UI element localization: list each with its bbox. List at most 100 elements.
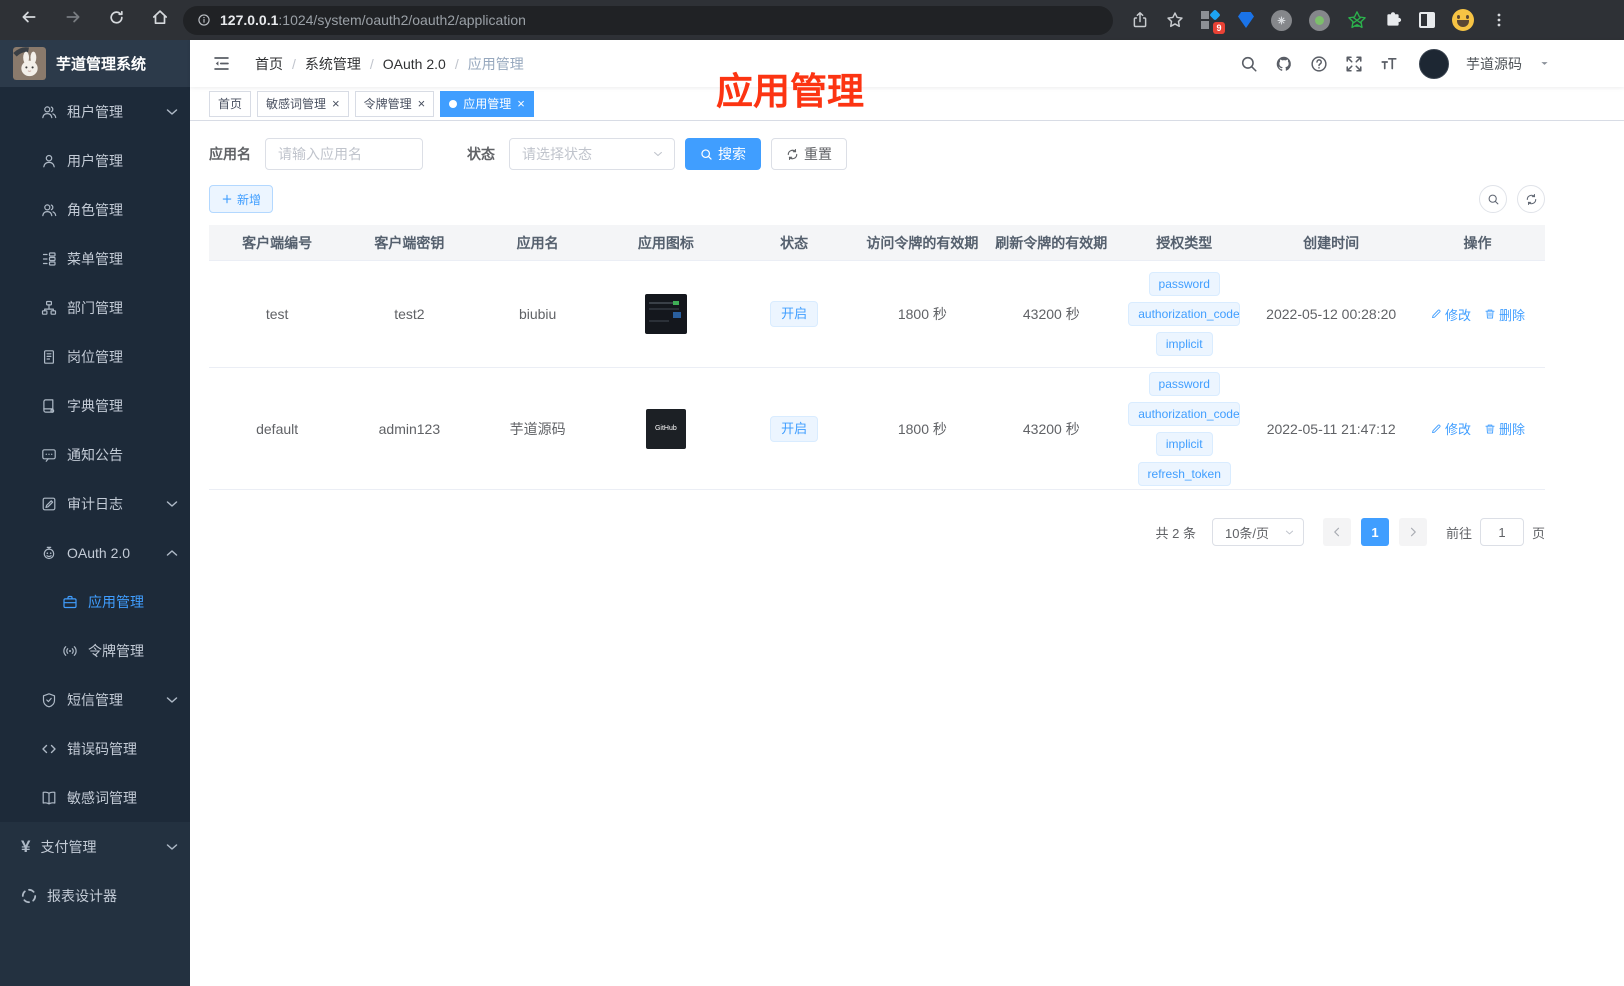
cell-grant-types: password authorization_code implicit refres… xyxy=(1116,368,1252,489)
sidebar-item-dict-management[interactable]: 字典管理 xyxy=(0,381,190,430)
sidebar-item-sensitive-word-management[interactable]: 敏感词管理 xyxy=(0,773,190,822)
sidebar-item-user-management[interactable]: 用户管理 xyxy=(0,136,190,185)
sidebar-item-dept-management[interactable]: 部门管理 xyxy=(0,283,190,332)
github-icon[interactable] xyxy=(1275,55,1293,73)
app-name-input[interactable] xyxy=(265,138,423,170)
browser-forward-button[interactable] xyxy=(64,8,82,32)
page-number-1[interactable]: 1 xyxy=(1360,518,1389,546)
browser-menu-icon[interactable] xyxy=(1491,12,1507,28)
sidebar-item-oauth2[interactable]: OAuth 2.0 xyxy=(0,528,190,577)
search-button[interactable]: 搜索 xyxy=(685,138,761,170)
bookmark-star-icon[interactable] xyxy=(1166,11,1184,29)
tab-token[interactable]: 令牌管理 × xyxy=(354,90,435,117)
refresh-table-button[interactable] xyxy=(1517,185,1545,213)
search-icon xyxy=(700,148,713,161)
column-header-grant-types: 授权类型 xyxy=(1156,234,1213,251)
prev-page-button[interactable] xyxy=(1322,518,1351,546)
refresh-icon xyxy=(1525,193,1538,206)
close-icon[interactable]: × xyxy=(418,97,426,110)
breadcrumb-system[interactable]: 系统管理 xyxy=(305,54,361,74)
refresh-icon xyxy=(786,148,799,161)
delete-button[interactable]: 删除 xyxy=(1484,419,1525,438)
extension-grid-icon[interactable]: 9 xyxy=(1201,9,1225,34)
split-view-icon[interactable] xyxy=(1419,12,1435,28)
sidebar-item-tenant-management[interactable]: 租户管理 xyxy=(0,87,190,136)
message-icon xyxy=(41,447,57,463)
edit-button[interactable]: 修改 xyxy=(1430,305,1471,324)
tab-home[interactable]: 首页 xyxy=(209,90,252,117)
extensions-puzzle-icon[interactable] xyxy=(1384,11,1402,29)
browser-home-button[interactable] xyxy=(151,8,169,32)
user-avatar[interactable] xyxy=(1419,48,1449,79)
add-button[interactable]: 新增 xyxy=(209,185,274,213)
sidebar-item-sms-management[interactable]: 短信管理 xyxy=(0,675,190,724)
sidebar-item-label: 应用管理 xyxy=(88,593,144,610)
user-caret-down-icon[interactable] xyxy=(1539,58,1550,69)
browser-reload-button[interactable] xyxy=(108,9,125,32)
column-header-create-time: 创建时间 xyxy=(1303,234,1360,251)
tab-label: 令牌管理 xyxy=(363,97,412,111)
delete-button[interactable]: 删除 xyxy=(1484,305,1525,324)
sidebar-item-role-management[interactable]: 角色管理 xyxy=(0,185,190,234)
close-icon[interactable]: × xyxy=(517,97,525,110)
cell-client-id: default xyxy=(256,420,299,437)
sidebar-item-label: 错误码管理 xyxy=(67,740,137,757)
sidebar-item-label: 短信管理 xyxy=(67,691,123,708)
extension-star-icon[interactable] xyxy=(1347,10,1367,30)
sidebar-item-post-management[interactable]: 岗位管理 xyxy=(0,332,190,381)
sidebar-item-audit-log[interactable]: 审计日志 xyxy=(0,479,190,528)
extension-record-icon[interactable] xyxy=(1309,9,1330,31)
app-title: 芋道管理系统 xyxy=(56,56,147,73)
chevron-up-icon xyxy=(164,545,180,561)
role-users-icon xyxy=(41,202,57,218)
browser-back-button[interactable] xyxy=(20,8,38,32)
user-name[interactable]: 芋道源码 xyxy=(1466,54,1522,74)
sidebar-item-error-code-management[interactable]: 错误码管理 xyxy=(0,724,190,773)
grant-type-tag: password xyxy=(1148,371,1220,396)
browser-address-bar[interactable]: 127.0.0.1:1024/system/oauth2/oauth2/appl… xyxy=(183,5,1113,35)
tab-application[interactable]: 应用管理 × xyxy=(440,90,534,117)
edit-button[interactable]: 修改 xyxy=(1430,419,1471,438)
reset-button[interactable]: 重置 xyxy=(771,138,847,170)
profile-avatar-icon[interactable] xyxy=(1452,9,1474,31)
sidebar-collapse-icon[interactable] xyxy=(202,54,241,73)
sidebar-item-oauth2-token[interactable]: 令牌管理 xyxy=(0,626,190,675)
extension-gem-icon[interactable] xyxy=(1238,12,1254,28)
sidebar-item-notice-management[interactable]: 通知公告 xyxy=(0,430,190,479)
font-size-icon[interactable] xyxy=(1380,55,1398,73)
sidebar-item-menu-management[interactable]: 菜单管理 xyxy=(0,234,190,283)
goto-page-input[interactable] xyxy=(1479,518,1524,546)
cell-app-icon: GitHub xyxy=(602,368,730,489)
app-logo xyxy=(13,47,46,80)
share-icon[interactable] xyxy=(1131,11,1149,29)
cell-status: 开启 xyxy=(730,368,858,489)
next-page-button[interactable] xyxy=(1398,518,1427,546)
status-select[interactable]: 请选择状态 xyxy=(509,138,675,170)
sidebar-item-oauth2-application[interactable]: 应用管理 xyxy=(0,577,190,626)
tab-label: 应用管理 xyxy=(463,97,512,111)
toggle-search-button[interactable] xyxy=(1479,185,1507,213)
sidebar-item-report-designer[interactable]: 报表设计器 xyxy=(0,871,190,920)
sidebar-item-pay-management[interactable]: ¥ 支付管理 xyxy=(0,822,190,871)
tab-sensitive-word[interactable]: 敏感词管理 × xyxy=(257,90,349,117)
sidebar: 芋道管理系统 租户管理用户管理 角色管理 菜单管理 部门管理 岗位管理字典管理通知公告审… xyxy=(0,40,190,986)
fullscreen-icon[interactable] xyxy=(1345,55,1363,73)
extension-command-icon[interactable] xyxy=(1271,9,1292,31)
breadcrumb-current: 应用管理 xyxy=(467,55,524,72)
page-size-select[interactable]: 10条/页 xyxy=(1211,518,1304,546)
search-button-label: 搜索 xyxy=(718,146,746,162)
header-search-icon[interactable] xyxy=(1240,55,1258,73)
close-icon[interactable]: × xyxy=(332,97,340,110)
cell-client-secret: admin123 xyxy=(378,420,441,437)
dict-book-icon xyxy=(41,398,57,414)
breadcrumb-home[interactable]: 首页 xyxy=(255,54,283,74)
app-name-label: 应用名 xyxy=(209,146,251,162)
site-info-icon[interactable] xyxy=(197,13,211,27)
help-icon[interactable] xyxy=(1310,55,1328,73)
breadcrumb-oauth2[interactable]: OAuth 2.0 xyxy=(383,56,446,72)
sidebar-item-label: OAuth 2.0 xyxy=(67,544,131,561)
sidebar-item-label: 租户管理 xyxy=(67,103,123,120)
delete-button-label: 删除 xyxy=(1498,307,1525,323)
status-select-placeholder: 请选择状态 xyxy=(522,146,592,162)
sidebar-item-label: 字典管理 xyxy=(67,397,123,414)
